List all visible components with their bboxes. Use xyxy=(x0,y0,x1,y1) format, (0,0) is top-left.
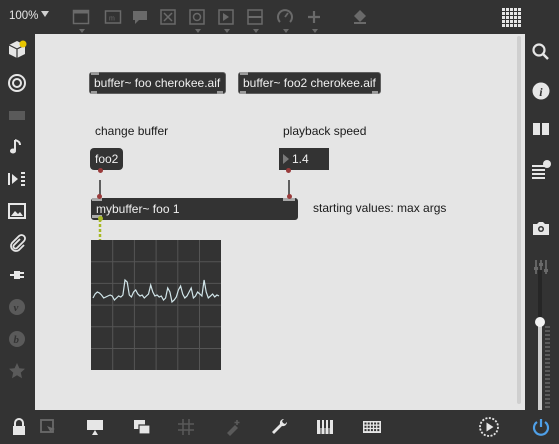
vst-icon[interactable]: v xyxy=(6,296,28,318)
play-icon[interactable] xyxy=(478,416,500,438)
foo2-message[interactable]: foo2 xyxy=(90,148,123,170)
package-icon[interactable] xyxy=(6,39,28,61)
grid-icon[interactable] xyxy=(175,416,197,438)
chevron-down-icon[interactable] xyxy=(283,29,289,33)
svg-text:m: m xyxy=(109,16,115,23)
inlet-marker xyxy=(97,194,102,199)
presentation-icon[interactable]: m xyxy=(102,6,124,28)
book-icon[interactable] xyxy=(530,118,552,140)
volume-slider[interactable] xyxy=(533,270,553,410)
search-icon[interactable] xyxy=(530,41,552,63)
zoom-caret-icon[interactable] xyxy=(41,11,49,17)
zoom-level[interactable]: 100% xyxy=(9,10,38,22)
windows-icon[interactable] xyxy=(131,416,153,438)
mybuffer-object[interactable]: mybuffer~ foo 1 xyxy=(91,198,298,220)
edit-select-icon[interactable] xyxy=(37,416,59,438)
paperclip-icon[interactable] xyxy=(6,232,28,254)
foo2-message-label: foo2 xyxy=(95,152,119,166)
info-icon[interactable]: i xyxy=(530,80,552,102)
svg-text:v: v xyxy=(14,302,19,314)
presentation-mode-icon[interactable] xyxy=(84,416,106,438)
dial-icon[interactable] xyxy=(274,6,296,28)
paint-bucket-icon[interactable] xyxy=(349,6,371,28)
keyboard-disabled-icon xyxy=(6,104,28,126)
patcher-window-icon[interactable] xyxy=(70,6,92,28)
target-icon[interactable] xyxy=(186,6,208,28)
chevron-down-icon[interactable] xyxy=(195,29,201,33)
right-toolbar: i xyxy=(525,34,559,410)
piano-icon[interactable] xyxy=(314,416,336,438)
bottom-toolbar xyxy=(0,410,559,444)
play-arrow-icon xyxy=(283,154,289,164)
outlet[interactable] xyxy=(286,168,291,173)
beat-icon[interactable]: b xyxy=(6,328,28,350)
plugin-icon[interactable] xyxy=(6,264,28,286)
media-icon[interactable] xyxy=(215,6,237,28)
snap-icon[interactable] xyxy=(222,416,244,438)
power-icon[interactable] xyxy=(530,416,552,438)
grid-menu-icon[interactable] xyxy=(500,6,522,28)
camera-icon[interactable] xyxy=(530,217,552,239)
chevron-down-icon[interactable] xyxy=(224,29,230,33)
svg-text:b: b xyxy=(14,334,20,346)
target-circles-icon[interactable] xyxy=(6,72,28,94)
star-icon[interactable] xyxy=(6,360,28,382)
playback-speed-number[interactable]: 1.4 xyxy=(279,148,329,170)
list-icon[interactable] xyxy=(530,158,552,180)
music-note-icon[interactable] xyxy=(6,136,28,158)
chevron-down-icon[interactable] xyxy=(312,29,318,33)
chevron-down-icon[interactable] xyxy=(253,29,259,33)
keyboard-icon[interactable] xyxy=(361,416,383,438)
chevron-down-icon[interactable] xyxy=(79,29,85,33)
image-icon[interactable] xyxy=(6,200,28,222)
inlet-marker xyxy=(287,194,292,199)
toggle-icon[interactable] xyxy=(157,6,179,28)
lock-icon[interactable] xyxy=(8,416,30,438)
slider-icon[interactable] xyxy=(244,6,266,28)
playback-speed-value: 1.4 xyxy=(292,152,309,166)
mybuffer-label: mybuffer~ foo 1 xyxy=(96,202,180,216)
add-icon[interactable] xyxy=(303,6,325,28)
wrench-icon[interactable] xyxy=(268,416,290,438)
oscilloscope-display[interactable] xyxy=(91,240,221,370)
outlet[interactable] xyxy=(98,168,103,173)
signal-outlet-marker xyxy=(98,216,103,221)
top-toolbar: 100% m xyxy=(0,0,559,34)
left-toolbar: v b xyxy=(0,34,35,410)
playlist-icon[interactable] xyxy=(6,168,28,190)
comment-icon[interactable] xyxy=(129,6,151,28)
